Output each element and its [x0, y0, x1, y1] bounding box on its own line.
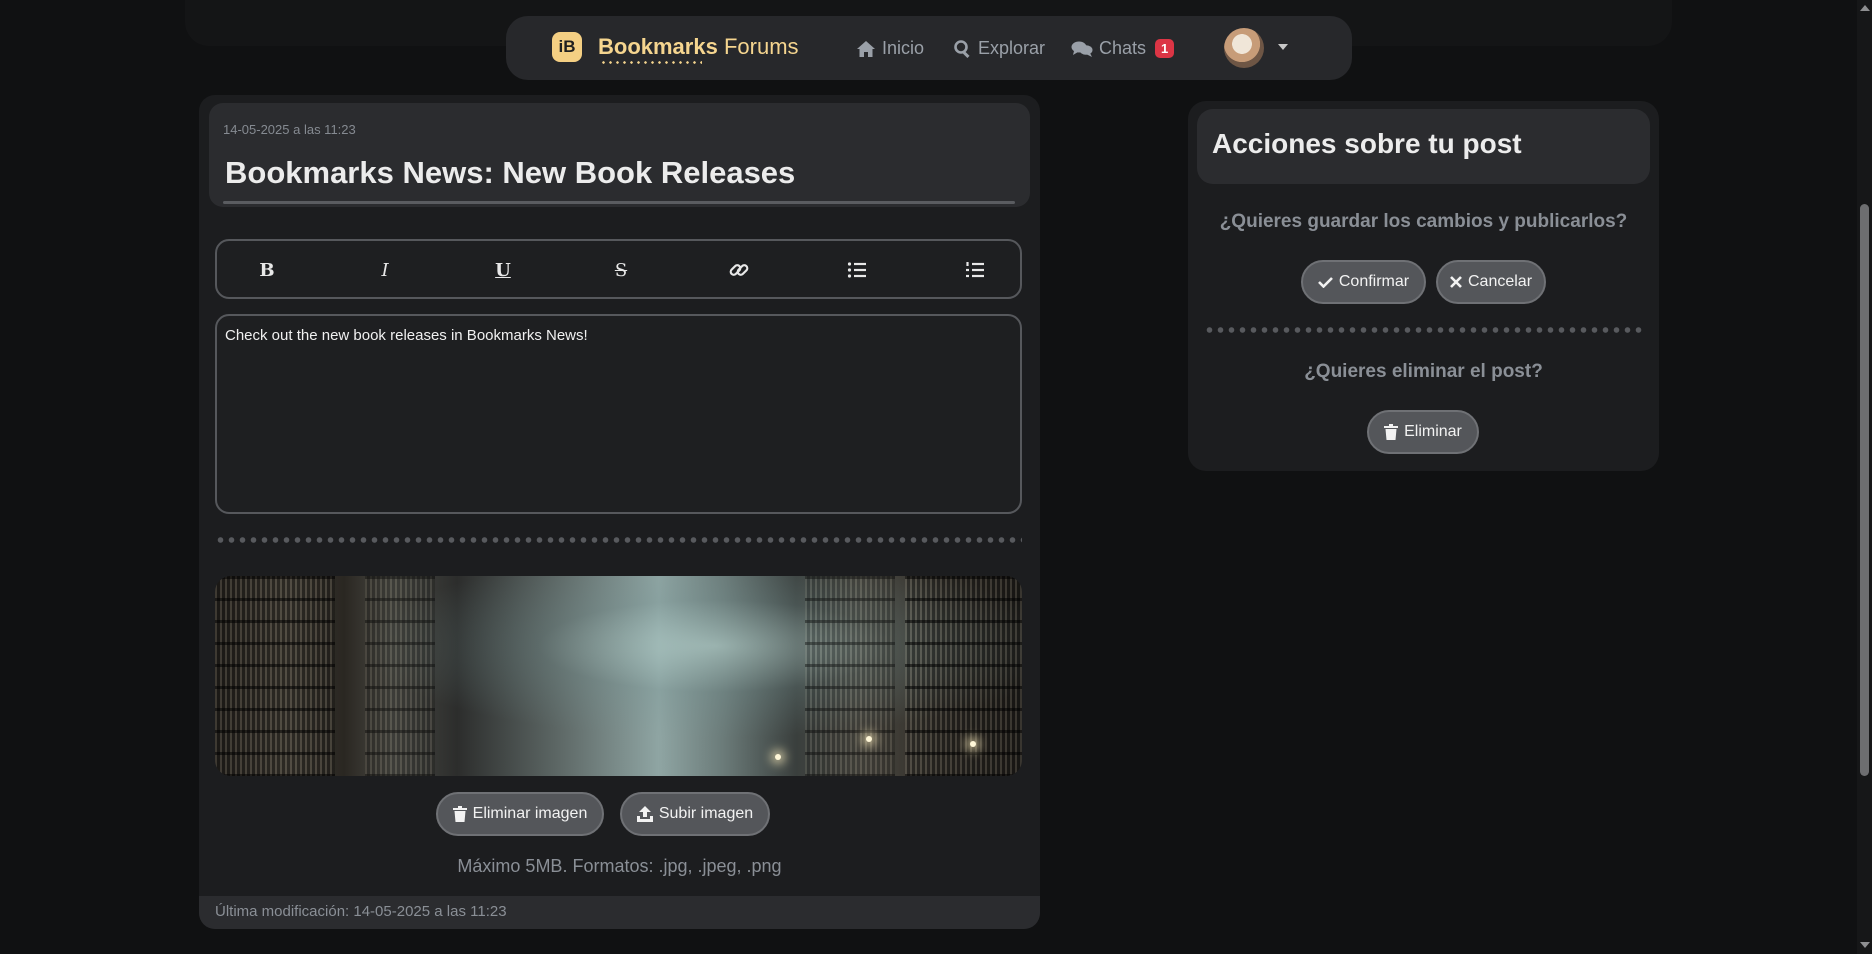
image-shelf-right-2 [805, 576, 895, 776]
image-lamp [970, 741, 976, 747]
post-actions-header: Acciones sobre tu post [1197, 109, 1650, 184]
bold-button[interactable]: B [255, 258, 279, 282]
post-editor-card: 14-05-2025 a las 11:23 Bookmarks News: N… [199, 95, 1040, 929]
brand-logo: iB [552, 32, 582, 62]
nav-item-chats[interactable]: Chats 1 [1071, 38, 1175, 59]
home-icon [857, 40, 875, 57]
link-button[interactable] [727, 258, 751, 282]
close-icon [1450, 276, 1462, 288]
upload-icon [636, 806, 653, 822]
check-icon [1317, 277, 1333, 288]
formatting-toolbar: B I U S [215, 239, 1022, 299]
save-question: ¿Quieres guardar los cambios y publicarl… [1219, 211, 1628, 232]
numbered-list-button[interactable] [963, 258, 987, 282]
trash-icon [452, 806, 467, 822]
nav-item-explorar[interactable]: Explorar [954, 38, 1045, 59]
brand-name-light: Forums [723, 34, 799, 59]
post-body-text: Check out the new book releases in Bookm… [225, 327, 588, 344]
image-shelf-right [905, 576, 1022, 776]
cancel-button[interactable]: Cancelar [1436, 260, 1546, 304]
nav-item-inicio[interactable]: Inicio [856, 38, 924, 59]
brand-underline-dots [600, 61, 702, 64]
cancel-label: Cancelar [1467, 273, 1533, 290]
navbar: iB Bookmarks Forums Inicio Explorar Chat… [506, 16, 1352, 80]
strikethrough-icon: S [614, 259, 628, 281]
nav-item-label: Chats [1099, 38, 1147, 58]
remove-image-label: Eliminar imagen [472, 805, 588, 822]
scroll-up-icon[interactable] [1860, 5, 1870, 11]
remove-image-button[interactable]: Eliminar imagen [436, 792, 604, 836]
italic-icon: I [381, 259, 389, 281]
user-avatar[interactable] [1224, 28, 1264, 68]
trash-icon [1384, 424, 1399, 440]
post-actions-title: Acciones sobre tu post [1212, 128, 1522, 159]
bold-icon: B [259, 259, 275, 281]
link-icon [729, 264, 749, 276]
post-header: 14-05-2025 a las 11:23 Bookmarks News: N… [209, 103, 1030, 207]
delete-question: ¿Quieres eliminar el post? [1304, 361, 1543, 382]
delete-label: Eliminar [1404, 423, 1462, 440]
chats-icon [1071, 41, 1093, 57]
post-actions-card: Acciones sobre tu post ¿Quieres guardar … [1188, 101, 1659, 471]
scrollbar-thumb[interactable] [1860, 204, 1869, 776]
delete-post-button[interactable]: Eliminar [1367, 410, 1479, 454]
actions-divider [1204, 327, 1644, 333]
post-body-editor[interactable]: Check out the new book releases in Bookm… [215, 314, 1022, 514]
nav-item-label: Explorar [978, 38, 1046, 58]
post-date: 14-05-2025 a las 11:23 [223, 122, 356, 137]
brand-name-bold: Bookmarks [598, 34, 718, 59]
last-modified: Última modificación: 14-05-2025 a las 11… [199, 896, 1040, 929]
title-underline [223, 201, 1015, 204]
underline-icon: U [495, 259, 511, 281]
post-image [215, 576, 1022, 776]
image-format-hint: Máximo 5MB. Formatos: .jpg, .jpeg, .png [457, 856, 782, 876]
chats-unread-badge: 1 [1155, 39, 1175, 58]
image-lamp [775, 754, 781, 760]
confirm-label: Confirmar [1338, 273, 1410, 290]
search-icon [954, 39, 970, 58]
section-divider [215, 537, 1022, 543]
upload-image-button[interactable]: Subir imagen [620, 792, 770, 836]
underline-button[interactable]: U [491, 258, 515, 282]
bullet-list-icon [847, 262, 866, 278]
upload-image-label: Subir imagen [658, 805, 754, 822]
strikethrough-button[interactable]: S [609, 258, 633, 282]
scroll-down-icon[interactable] [1860, 942, 1870, 948]
nav-item-label: Inicio [882, 38, 925, 58]
image-shelf-left [215, 576, 335, 776]
image-lamp [866, 736, 872, 742]
bullet-list-button[interactable] [845, 258, 869, 282]
italic-button[interactable]: I [373, 258, 397, 282]
numbered-list-icon [966, 262, 984, 278]
chevron-down-icon[interactable] [1278, 44, 1288, 50]
page-scrollbar[interactable] [1857, 0, 1872, 954]
post-title-input[interactable]: Bookmarks News: New Book Releases [225, 155, 795, 191]
brand-link[interactable]: iB Bookmarks Forums [552, 32, 799, 64]
brand-name: Bookmarks Forums [598, 34, 799, 64]
image-shelf-left-2 [365, 576, 435, 776]
confirm-button[interactable]: Confirmar [1301, 260, 1426, 304]
